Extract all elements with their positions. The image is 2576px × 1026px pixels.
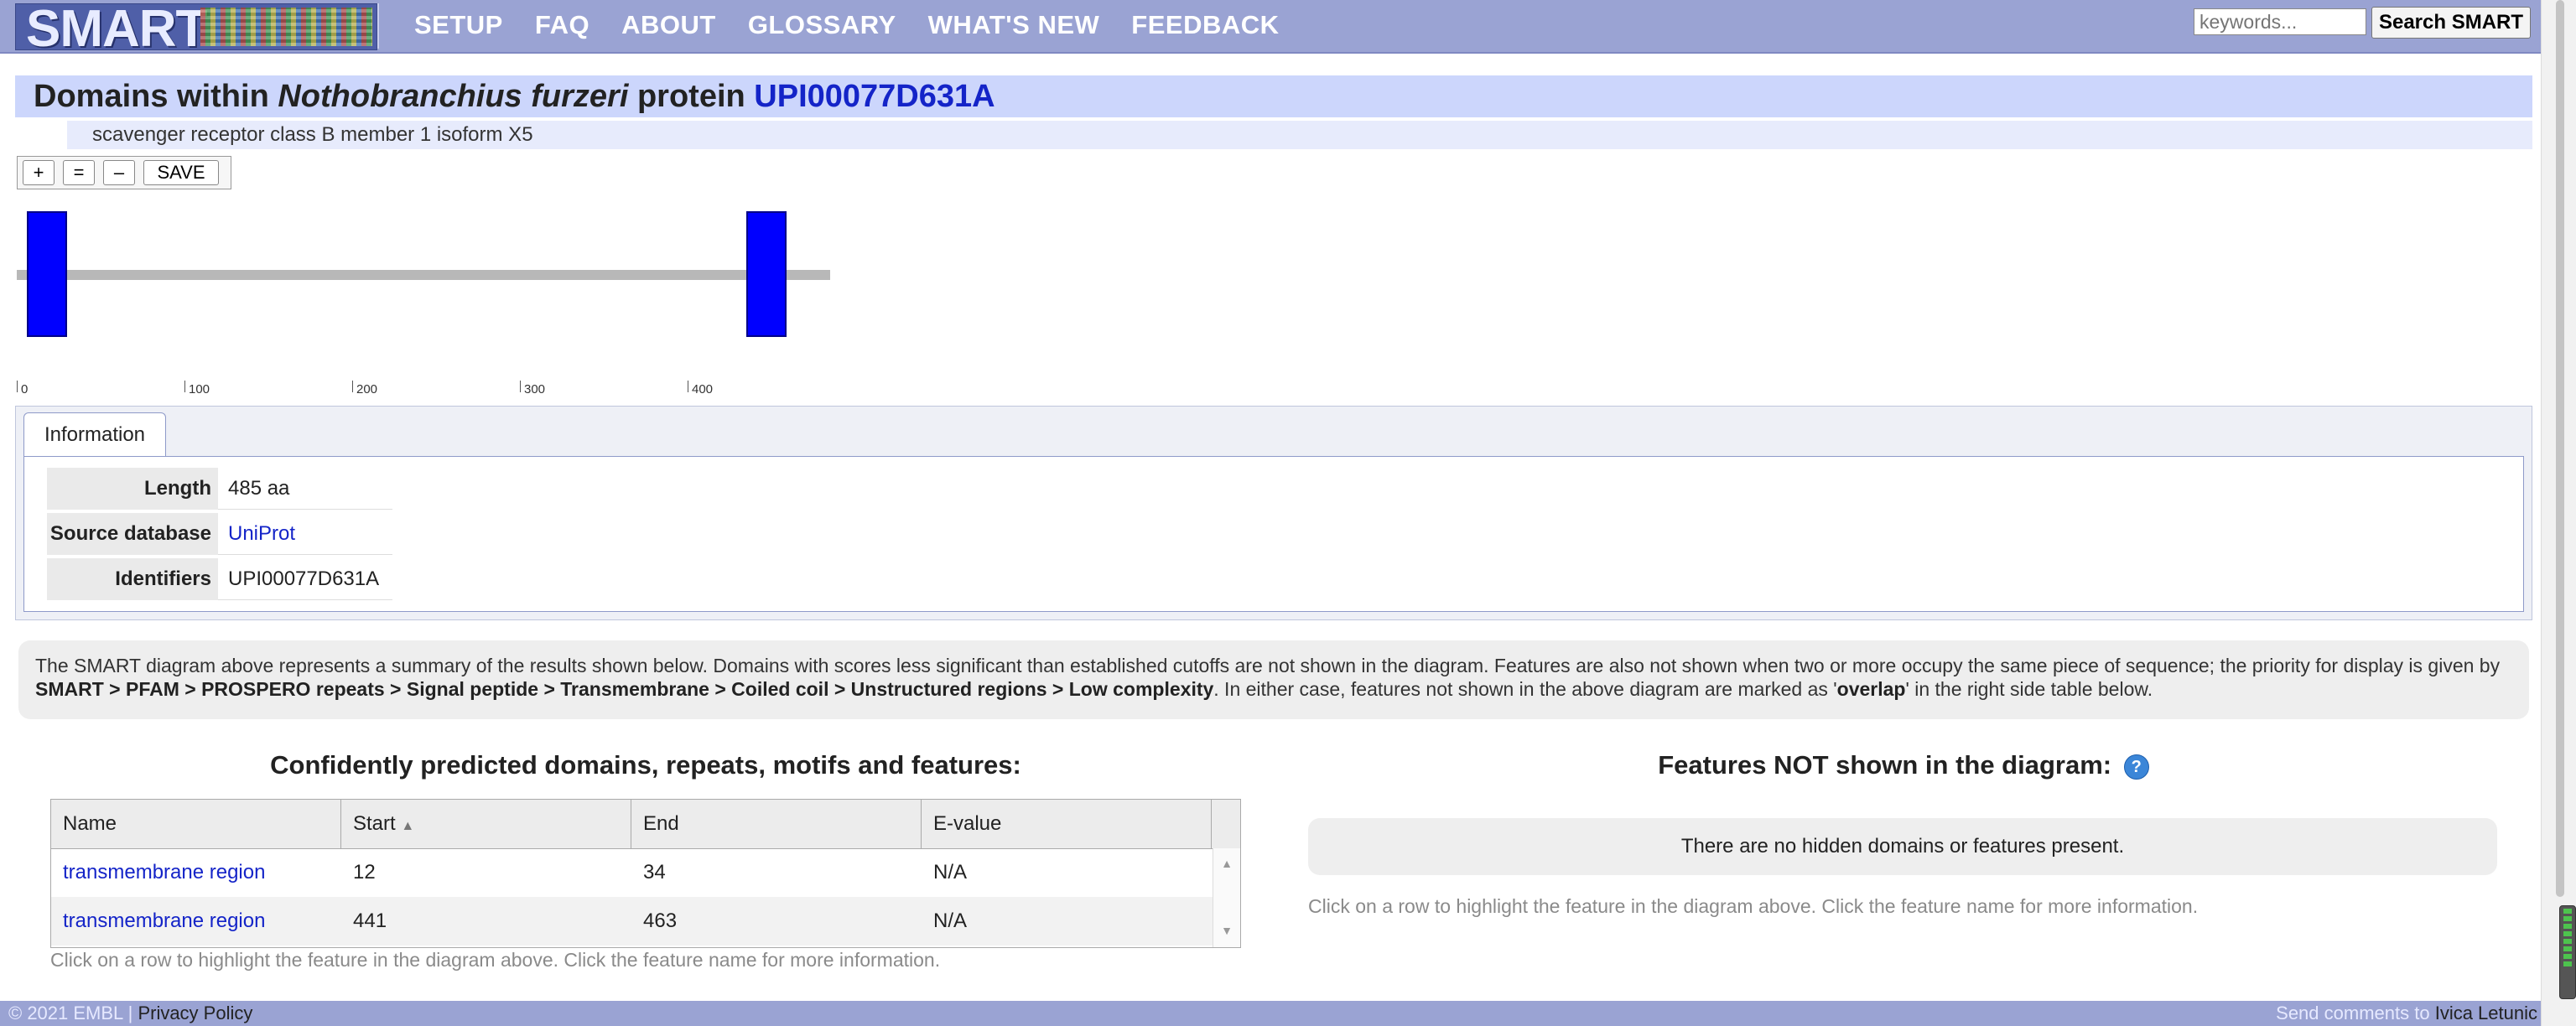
browser-extension-widget[interactable] (2559, 905, 2576, 999)
page-footer: © 2021 EMBL | Privacy Policy Send commen… (0, 1001, 2541, 1026)
priority-order: SMART > PFAM > PROSPERO repeats > Signal… (35, 678, 1214, 700)
copyright: © 2021 EMBL (8, 1003, 123, 1023)
search-input[interactable] (2194, 8, 2366, 35)
info-key: Length (47, 468, 218, 510)
search-button[interactable]: Search SMART (2371, 7, 2531, 39)
zoom-in-button[interactable]: + (23, 160, 55, 185)
summary-text: . In either case, features not shown in … (1213, 678, 1837, 700)
footer-separator: | (127, 1003, 133, 1023)
diagram-summary: The SMART diagram above represents a sum… (18, 640, 2529, 719)
uniprot-link[interactable]: UniProt (228, 522, 295, 545)
cell-name: transmembrane region (51, 848, 265, 897)
summary-text: ' in the right side table below. (1905, 678, 2153, 700)
page-scrollbar-thumb[interactable] (2556, 0, 2564, 897)
diagram-toolbar: + = – SAVE (17, 156, 231, 189)
footer-right: Send comments to Ivica Letunic (2276, 1001, 2537, 1026)
column-header-evalue[interactable]: E-value (922, 800, 1212, 848)
cell-start: 441 (353, 909, 387, 932)
overlap-term: overlap (1836, 678, 1906, 700)
cell-end: 34 (643, 861, 666, 884)
cell-name: transmembrane region (51, 897, 265, 946)
title-middle: protein (636, 79, 745, 114)
axis-tick-label: 300 (520, 381, 545, 396)
nav-about[interactable]: ABOUT (621, 10, 716, 40)
zoom-out-button[interactable]: – (103, 160, 135, 185)
no-hidden-features-message: There are no hidden domains or features … (1308, 818, 2497, 875)
information-content (23, 456, 2524, 612)
cell-start: 12 (353, 861, 376, 884)
info-value: UniProt (218, 513, 392, 555)
footer-left: © 2021 EMBL | Privacy Policy (8, 1001, 252, 1026)
axis-tick-label: 0 (17, 381, 28, 396)
axis-tick-label: 400 (688, 381, 713, 396)
help-icon[interactable]: ? (2123, 754, 2149, 780)
domains-table: Name Start ▲ End E-value transmembrane r… (50, 799, 1241, 948)
domain-block-transmembrane[interactable] (746, 211, 787, 337)
domain-diagram: 0 100 200 300 400 (17, 206, 839, 399)
domains-table-title: Confidently predicted domains, repeats, … (270, 750, 1021, 780)
sort-ascending-icon: ▲ (401, 819, 415, 833)
comments-prefix: Send comments to (2276, 1003, 2430, 1023)
nav-faq[interactable]: FAQ (535, 10, 589, 40)
nav-setup[interactable]: SETUP (414, 10, 503, 40)
title-species: Nothobranchius furzeri (278, 79, 629, 114)
info-row-length: Length 485 aa (47, 468, 392, 510)
cell-evalue: N/A (933, 909, 968, 932)
column-label: Start (353, 812, 396, 835)
main-nav: SETUP FAQ ABOUT GLOSSARY WHAT'S NEW FEED… (414, 10, 1280, 40)
logo-divider (377, 3, 379, 49)
scroll-up-icon[interactable]: ▲ (1213, 857, 1240, 870)
feature-link[interactable]: transmembrane region (63, 861, 265, 884)
column-header-name[interactable]: Name (51, 800, 341, 848)
logo-text: SMART (26, 3, 207, 50)
logo-mosaic-image (200, 8, 372, 46)
save-diagram-button[interactable]: SAVE (143, 160, 219, 185)
zoom-reset-button[interactable]: = (63, 160, 95, 185)
nav-whats-new[interactable]: WHAT'S NEW (928, 10, 1100, 40)
domain-block-transmembrane[interactable] (27, 211, 67, 337)
column-header-start[interactable]: Start ▲ (341, 800, 631, 848)
hidden-features-title-text: Features NOT shown in the diagram: (1658, 750, 2112, 780)
hidden-features-title: Features NOT shown in the diagram: ? (1308, 750, 2499, 780)
feature-link[interactable]: transmembrane region (63, 909, 265, 932)
info-value: UPI00077D631A (218, 558, 392, 600)
column-header-end[interactable]: End (631, 800, 922, 848)
author-link[interactable]: Ivica Letunic (2435, 1003, 2537, 1023)
protein-description: scavenger receptor class B member 1 isof… (67, 121, 2532, 149)
sequence-axis: 0 100 200 300 400 (17, 381, 839, 399)
protein-accession-link[interactable]: UPI00077D631A (754, 79, 995, 114)
table-row[interactable]: transmembrane region 441 463 N/A (51, 897, 1213, 946)
top-navigation-bar: SMART SETUP FAQ ABOUT GLOSSARY WHAT'S NE… (0, 0, 2541, 54)
hidden-features-hint: Click on a row to highlight the feature … (1308, 895, 2199, 917)
table-header: Name Start ▲ End E-value (51, 800, 1240, 849)
cell-evalue: N/A (933, 861, 968, 884)
privacy-policy-link[interactable]: Privacy Policy (138, 1003, 252, 1023)
info-row-source: Source database UniProt (47, 513, 392, 555)
table-hint: Click on a row to highlight the feature … (50, 949, 941, 971)
info-row-identifiers: Identifiers UPI00077D631A (47, 558, 392, 600)
info-key: Source database (47, 513, 218, 555)
tab-information[interactable]: Information (23, 412, 166, 456)
table-scrollbar[interactable]: ▲ ▼ (1213, 848, 1240, 947)
title-prefix: Domains within (34, 79, 269, 114)
scroll-down-icon[interactable]: ▼ (1213, 924, 1240, 937)
page-title: Domains within Nothobranchius furzeri pr… (15, 75, 2532, 117)
summary-text: The SMART diagram above represents a sum… (35, 655, 2501, 676)
info-value: 485 aa (218, 468, 392, 510)
axis-tick-label: 200 (352, 381, 377, 396)
axis-tick-label: 100 (184, 381, 210, 396)
nav-feedback[interactable]: FEEDBACK (1131, 10, 1279, 40)
nav-glossary[interactable]: GLOSSARY (748, 10, 896, 40)
cell-end: 463 (643, 909, 678, 932)
protein-backbone (17, 270, 830, 280)
table-row[interactable]: transmembrane region 12 34 N/A (51, 848, 1213, 897)
smart-logo[interactable]: SMART (15, 3, 377, 50)
info-key: Identifiers (47, 558, 218, 600)
